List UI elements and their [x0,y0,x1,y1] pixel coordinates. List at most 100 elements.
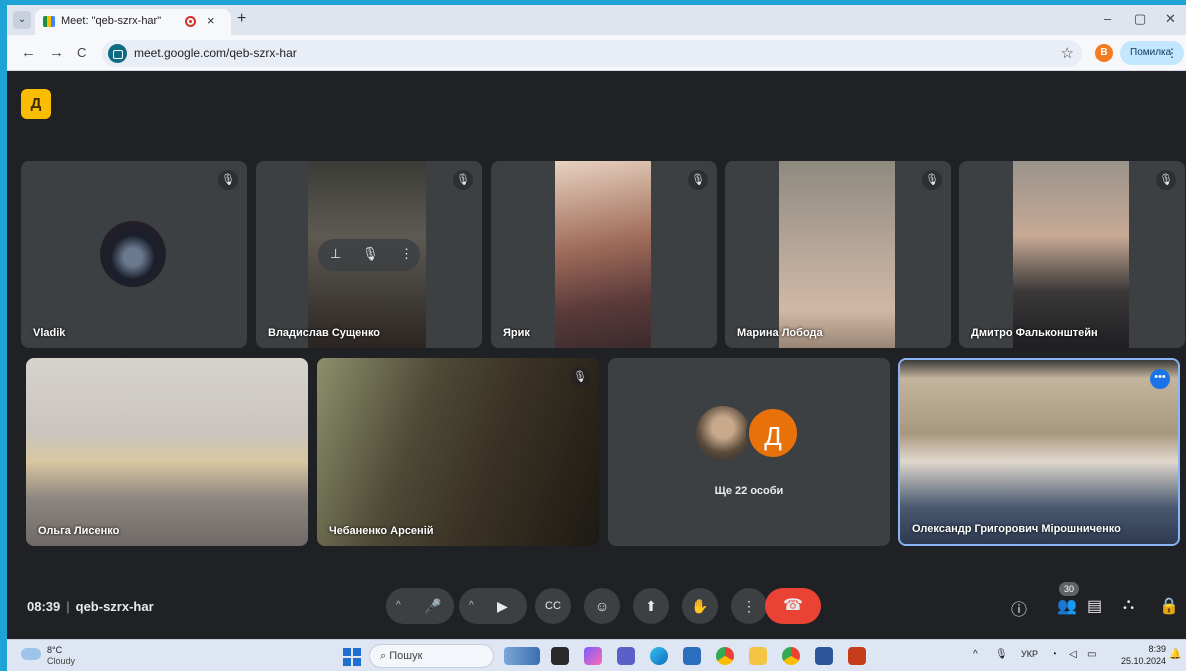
mic-icon[interactable]: 🎤 [424,588,441,624]
participant-name: Ярик [503,327,530,339]
address-bar[interactable]: meet.google.com/qeb-szrx-har ☆ [102,40,1082,67]
participant-tile-maryna[interactable]: 🎙 Марина Лобода [725,161,951,348]
video-feed [317,358,599,546]
clock-time: 8:39 [1148,644,1167,654]
participant-tile-vladyslav[interactable]: ⊥ 🎙 ⋮ 🎙 Владислав Сущенко [256,161,482,348]
notifications-icon[interactable]: 🔔 [1169,649,1181,660]
powerpoint-icon[interactable] [848,647,866,665]
meeting-details-icon[interactable]: ⓘ [1011,596,1027,620]
camera-icon[interactable]: ▶ [497,588,508,624]
bookmark-star-icon[interactable]: ☆ [1061,44,1074,62]
screen: ⌄ Meet: "qeb-szrx-har" × + – ▢ ✕ ← → C m… [7,5,1186,671]
tab-close-icon[interactable]: × [207,13,215,28]
video-settings-chevron-icon[interactable]: ^ [469,588,474,624]
participant-tile-vladik[interactable]: 🎙 Vladik [21,161,247,348]
camera-control[interactable]: ^ ▶ [459,588,527,624]
tray-overflow-icon[interactable]: ^ [973,649,978,660]
teams-icon[interactable] [617,647,635,665]
video-feed [779,161,895,348]
mic-control[interactable]: ^ 🎤 [386,588,454,624]
microphone-tray-icon[interactable]: 🎙 [995,649,1008,660]
restore-button[interactable]: ▢ [1134,11,1146,27]
minimize-button[interactable]: – [1104,11,1111,26]
weather-condition: Cloudy [47,656,76,666]
avatar [696,406,750,460]
participant-name: Владислав Сущенко [268,327,381,339]
participant-name: Чебаненко Арсеній [329,525,434,537]
taskbar-search[interactable]: ⌕ Пошук [369,644,494,668]
participant-name: Марина Лобода [737,327,823,339]
word-icon[interactable] [815,647,833,665]
cloud-icon [21,648,41,660]
avatar-initial: Д [746,406,800,460]
pin-icon[interactable]: ⊥ [330,246,341,262]
emoji-button[interactable]: ☺ [584,588,620,624]
tab-search-dropdown[interactable]: ⌄ [13,11,31,29]
battery-icon[interactable]: ▭ [1087,649,1096,660]
search-placeholder: Пошук [389,650,423,662]
chrome-icon[interactable] [716,647,734,665]
meet-extension-logo[interactable]: Д [21,89,51,119]
error-button[interactable]: Помилка ⋮ [1120,41,1184,65]
participant-name: Vladik [33,327,66,339]
participant-tile-dmytro[interactable]: 🎙 Дмитро Фальконштейн [959,161,1185,348]
muted-mic-icon: 🎙 [922,170,942,190]
close-window-button[interactable]: ✕ [1165,11,1176,27]
language-indicator[interactable]: УКР [1021,649,1038,659]
copilot-icon[interactable] [584,647,602,665]
forward-button[interactable]: → [49,44,64,61]
chrome-profile-icon[interactable] [782,647,800,665]
others-tile[interactable]: Д Ще 22 особи [608,358,890,546]
volume-icon[interactable]: ◁ [1069,649,1077,660]
raise-hand-button[interactable]: ✋ [682,588,718,624]
widgets-app-icon[interactable] [504,647,540,665]
participant-tile-yaryk[interactable]: 🎙 Ярик [491,161,717,348]
more-options-button[interactable]: ⋮ [731,588,767,624]
store-icon[interactable] [683,647,701,665]
meeting-time: 08:39 [27,599,61,614]
people-icon[interactable]: 👥 [1057,596,1077,616]
windows-taskbar: 8°C Cloudy ⌕ Пошук ^ 🎙 УКР ◔ ◁ ▭ 8:39 25… [7,639,1186,671]
edge-icon[interactable] [650,647,668,665]
others-count-label: Ще 22 особи [714,485,784,497]
participant-name: Ольга Лисенко [38,525,120,537]
back-button[interactable]: ← [21,44,36,61]
video-feed [900,360,1178,544]
tab-meet[interactable]: Meet: "qeb-szrx-har" × [35,9,231,35]
mute-participant-icon[interactable]: 🎙 [362,246,379,262]
tab-title: Meet: "qeb-szrx-har" [61,15,162,27]
video-feed [555,161,651,348]
site-info-icon[interactable] [108,44,127,63]
wifi-icon[interactable]: ◔ [1051,649,1057,660]
muted-mic-icon: 🎙 [688,170,708,190]
tile-hover-controls[interactable]: ⊥ 🎙 ⋮ [318,239,420,271]
new-tab-button[interactable]: + [237,10,246,28]
task-view-icon[interactable] [551,647,569,665]
activities-icon[interactable]: ⛬ [1123,596,1134,614]
present-button[interactable]: ⬆ [633,588,669,624]
participant-tile-olha[interactable]: Ольга Лисенко [26,358,308,546]
meeting-code: qeb-szrx-har [75,599,154,614]
taskbar-clock[interactable]: 8:39 25.10.2024 [1121,643,1166,667]
browser-tab-bar: ⌄ Meet: "qeb-szrx-har" × + – ▢ ✕ [7,5,1186,35]
chat-icon[interactable]: ▤ [1087,596,1102,616]
tile-more-icon[interactable]: ⋮ [400,246,413,262]
profile-avatar[interactable]: В [1095,44,1113,62]
file-explorer-icon[interactable] [749,647,767,665]
temperature: 8°C [47,645,63,655]
end-call-button[interactable]: ☎ [765,588,821,624]
tile-options-icon[interactable]: ••• [1150,369,1170,389]
windows-start-icon[interactable] [343,648,361,666]
reload-button[interactable]: C [77,45,86,60]
browser-toolbar: ← → C meet.google.com/qeb-szrx-har ☆ В П… [7,35,1186,71]
audio-settings-chevron-icon[interactable]: ^ [396,588,401,624]
captions-button[interactable]: CC [535,588,571,624]
video-feed [26,358,308,546]
host-controls-icon[interactable]: 🔒 [1159,596,1179,616]
video-feed [1013,161,1129,348]
browser-menu-icon: ⋮ [1166,46,1178,60]
meet-favicon-icon [43,16,55,27]
participant-tile-arsenii[interactable]: 🎙 Чебаненко Арсеній [317,358,599,546]
participant-tile-oleksandr[interactable]: ••• Олександр Григорович Мірошниченко [898,358,1180,546]
clock-date: 25.10.2024 [1121,656,1167,666]
